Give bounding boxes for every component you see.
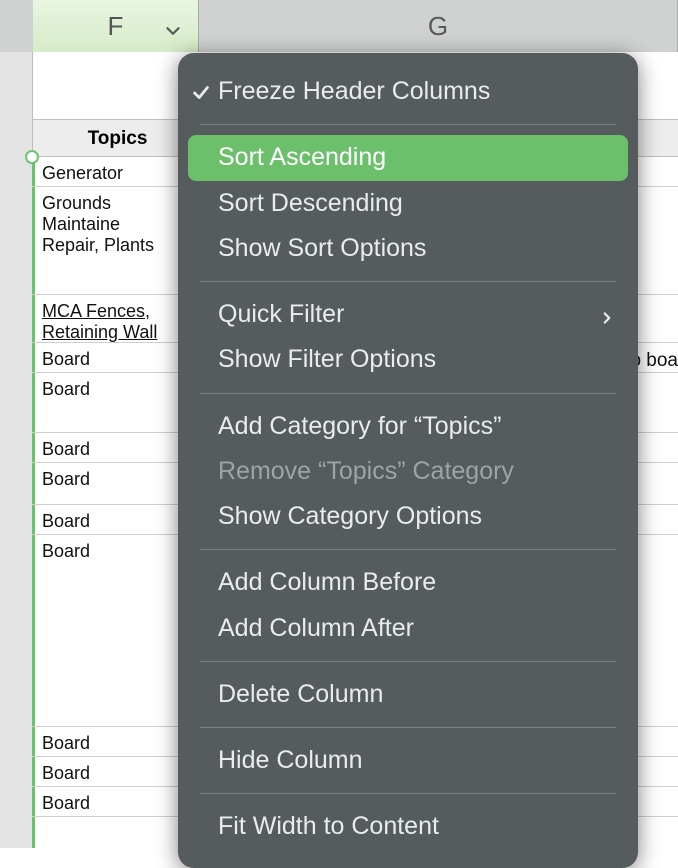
- menu-item-label: Add Column After: [218, 614, 414, 642]
- menu-item-label: Freeze Header Columns: [218, 77, 490, 105]
- menu-item-label: Remove “Topics” Category: [218, 457, 514, 485]
- cell-text: Board: [42, 763, 90, 784]
- menu-item-label: Show Filter Options: [218, 345, 436, 373]
- cell-text: MCA Fences, Retaining Wall: [42, 301, 180, 343]
- cell-text: Board: [42, 439, 90, 460]
- menu-add-category[interactable]: Add Category for “Topics”: [178, 404, 638, 449]
- menu-show-sort-options[interactable]: Show Sort Options: [178, 226, 638, 271]
- checkmark-icon: [190, 81, 212, 112]
- cell-text: Board: [42, 541, 90, 562]
- column-resize-handle[interactable]: [25, 150, 39, 164]
- menu-freeze-header-columns[interactable]: Freeze Header Columns: [178, 69, 638, 114]
- column-context-menu: Freeze Header Columns Sort Ascending Sor…: [178, 53, 638, 868]
- cell-text: Board: [42, 793, 90, 814]
- menu-separator: [200, 549, 616, 550]
- menu-item-label: Show Category Options: [218, 502, 482, 530]
- column-header-label: F: [108, 11, 124, 42]
- menu-item-label: Quick Filter: [218, 300, 344, 328]
- menu-item-label: Add Category for “Topics”: [218, 412, 501, 440]
- menu-separator: [200, 281, 616, 282]
- menu-separator: [200, 661, 616, 662]
- menu-show-filter-options[interactable]: Show Filter Options: [178, 337, 638, 382]
- menu-item-label: Sort Ascending: [218, 143, 386, 171]
- menu-item-label: Add Column Before: [218, 568, 436, 596]
- menu-separator: [200, 393, 616, 394]
- menu-item-label: Sort Descending: [218, 189, 403, 217]
- menu-sort-descending[interactable]: Sort Descending: [178, 181, 638, 226]
- row-number-gutter: [0, 52, 33, 848]
- column-headers: F G: [0, 0, 678, 52]
- cell-text: Generator: [42, 163, 123, 184]
- menu-quick-filter[interactable]: Quick Filter: [178, 292, 638, 337]
- menu-remove-category: Remove “Topics” Category: [178, 449, 638, 494]
- column-header-g[interactable]: G: [199, 0, 678, 52]
- column-header-f[interactable]: F: [33, 0, 199, 52]
- cell-text: Board: [42, 349, 90, 370]
- menu-sort-ascending[interactable]: Sort Ascending: [188, 135, 628, 180]
- cell-text: Grounds Maintaine Repair, Plants: [42, 193, 180, 256]
- chevron-right-icon: [598, 304, 616, 335]
- menu-separator: [200, 793, 616, 794]
- header-cell-label: Topics: [88, 128, 148, 150]
- menu-fit-width[interactable]: Fit Width to Content: [178, 804, 638, 849]
- cell-text: Board: [42, 469, 90, 490]
- menu-hide-column[interactable]: Hide Column: [178, 738, 638, 783]
- menu-add-column-before[interactable]: Add Column Before: [178, 560, 638, 605]
- menu-show-category-options[interactable]: Show Category Options: [178, 494, 638, 539]
- menu-item-label: Hide Column: [218, 746, 363, 774]
- menu-item-label: Fit Width to Content: [218, 812, 439, 840]
- cell-text: Board: [42, 379, 90, 400]
- menu-delete-column[interactable]: Delete Column: [178, 672, 638, 717]
- menu-separator: [200, 124, 616, 125]
- menu-add-column-after[interactable]: Add Column After: [178, 606, 638, 651]
- cell-text: Board: [42, 511, 90, 532]
- chevron-down-icon[interactable]: [162, 18, 184, 49]
- menu-item-label: Delete Column: [218, 680, 383, 708]
- menu-item-label: Show Sort Options: [218, 234, 426, 262]
- column-header-label: G: [428, 11, 448, 42]
- menu-separator: [200, 727, 616, 728]
- cell-text: Board: [42, 733, 90, 754]
